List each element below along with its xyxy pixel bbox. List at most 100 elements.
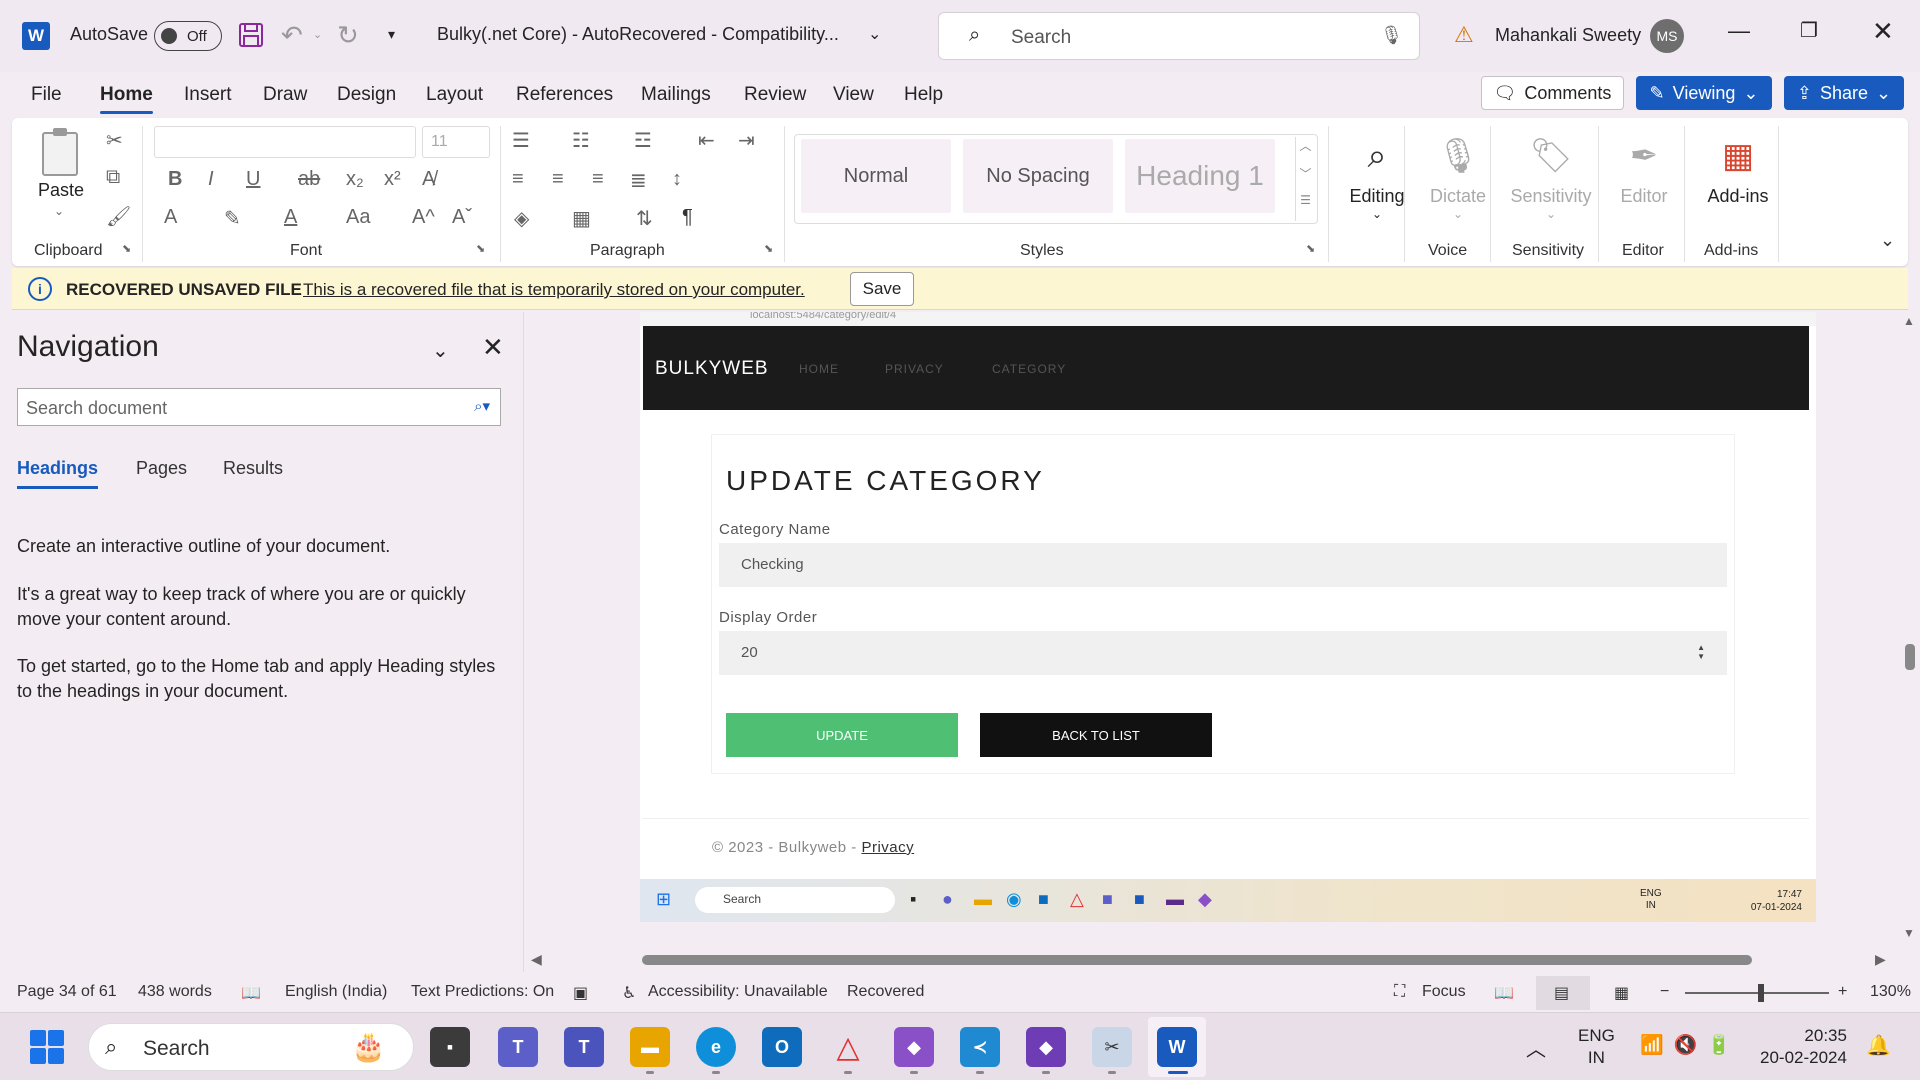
format-painter-icon[interactable]: 🖌 xyxy=(106,204,131,229)
tab-design[interactable]: Design xyxy=(337,84,396,106)
show-formatting-icon[interactable]: ¶ xyxy=(682,206,693,229)
task-view-icon[interactable]: ▪ xyxy=(430,1027,470,1067)
styles-more-icon[interactable]: ☰ xyxy=(1295,193,1315,221)
document-canvas[interactable]: localhost:5484/category/edit/4 BULKYWEB … xyxy=(525,312,1898,948)
vertical-scrollbar[interactable]: ▲ ▼ xyxy=(1898,312,1920,948)
tab-pages[interactable]: Pages xyxy=(136,458,187,479)
align-right-icon[interactable]: ≡ xyxy=(592,168,604,191)
teams-new-icon[interactable]: T xyxy=(498,1027,538,1067)
align-left-icon[interactable]: ≡ xyxy=(512,168,524,191)
zoom-out-icon[interactable]: − xyxy=(1660,983,1669,1001)
tab-layout[interactable]: Layout xyxy=(426,84,483,106)
copy-icon[interactable]: ⧉ xyxy=(106,166,120,189)
style-normal[interactable]: Normal xyxy=(801,139,951,213)
text-predictions[interactable]: Text Predictions: On xyxy=(411,983,554,1001)
dialog-launcher-icon[interactable]: ⬊ xyxy=(122,242,131,255)
shrink-font-icon[interactable]: Aˇ xyxy=(452,206,472,229)
tab-view[interactable]: View xyxy=(833,84,874,106)
superscript-icon[interactable]: x² xyxy=(384,168,401,191)
line-spacing-icon[interactable]: ↕ xyxy=(672,168,682,191)
print-layout-icon[interactable]: ▤ xyxy=(1554,983,1569,1003)
accessibility-status[interactable]: Accessibility: Unavailable xyxy=(648,983,828,1001)
user-name[interactable]: Mahankali Sweety xyxy=(1495,25,1641,46)
font-name-select[interactable] xyxy=(154,126,416,158)
visual-studio-2-icon[interactable]: ◆ xyxy=(1026,1027,1066,1067)
language[interactable]: English (India) xyxy=(285,983,387,1001)
horizontal-scrollbar[interactable]: ◀ ▶ xyxy=(525,948,1898,972)
track-changes-icon[interactable]: ▣ xyxy=(573,983,588,1003)
zoom-in-icon[interactable]: + xyxy=(1838,983,1847,1001)
autosave-toggle[interactable]: Off xyxy=(154,21,222,51)
page-count[interactable]: Page 34 of 61 xyxy=(17,983,117,1001)
notification-bell-icon[interactable]: 🔔 xyxy=(1866,1033,1891,1058)
undo-dropdown-icon[interactable]: ⌄ xyxy=(313,28,322,41)
teams-icon[interactable]: T xyxy=(564,1027,604,1067)
chevron-up-icon[interactable]: ︿ xyxy=(1526,1033,1546,1062)
proofing-icon[interactable]: 📖 xyxy=(241,983,261,1003)
tab-headings[interactable]: Headings xyxy=(17,458,99,489)
tab-help[interactable]: Help xyxy=(904,84,943,106)
sort-icon[interactable]: ⇅ xyxy=(636,206,653,231)
minimize-icon[interactable]: — xyxy=(1728,18,1750,44)
change-case-icon[interactable]: Aa xyxy=(346,206,370,229)
close-icon[interactable]: ✕ xyxy=(482,332,504,363)
warning-icon[interactable]: ⚠ xyxy=(1454,22,1474,48)
edge-icon[interactable]: e xyxy=(696,1027,736,1067)
dialog-launcher-icon[interactable]: ⬊ xyxy=(1306,242,1315,255)
justify-icon[interactable]: ≣ xyxy=(630,168,647,193)
navigation-search-input[interactable]: Search document ⌕▾ xyxy=(17,388,501,426)
bullets-icon[interactable]: ☰ xyxy=(512,128,530,153)
word-icon[interactable]: W xyxy=(1157,1027,1197,1067)
editing-button[interactable]: ⌕ Editing ⌄ xyxy=(1332,126,1422,221)
zoom-slider-thumb[interactable] xyxy=(1758,984,1764,1002)
styles-up-icon[interactable]: ︿ xyxy=(1295,137,1315,165)
viewing-button[interactable]: ✎ Viewing ⌄ xyxy=(1636,76,1772,110)
outlook-icon[interactable]: O xyxy=(762,1027,802,1067)
document-title[interactable]: Bulky(.net Core) - AutoRecovered - Compa… xyxy=(437,24,839,45)
scroll-up-icon[interactable]: ▲ xyxy=(1903,314,1915,328)
paste-icon[interactable] xyxy=(42,128,78,176)
infobar-message[interactable]: This is a recovered file that is tempora… xyxy=(303,280,805,300)
focus-label[interactable]: Focus xyxy=(1422,983,1466,1001)
triangle-app-icon[interactable]: △ xyxy=(828,1027,868,1067)
undo-icon[interactable]: ↶ xyxy=(281,20,303,51)
tab-insert[interactable]: Insert xyxy=(184,84,232,106)
infobar-save-button[interactable]: Save xyxy=(850,272,914,306)
taskbar-search[interactable]: ⌕ Search 🎂 xyxy=(88,1023,414,1071)
tab-home[interactable]: Home xyxy=(100,84,153,114)
file-explorer-icon[interactable]: ▬ xyxy=(630,1027,670,1067)
customize-toolbar-icon[interactable]: ▾ xyxy=(388,26,395,43)
shading-icon[interactable]: ◈ xyxy=(514,206,529,231)
borders-icon[interactable]: ▦ xyxy=(572,206,591,231)
text-effects-icon[interactable]: A xyxy=(164,206,177,229)
system-tray-icons[interactable]: 📶🔇🔋 xyxy=(1640,1033,1741,1057)
scroll-thumb[interactable] xyxy=(1905,644,1915,670)
strikethrough-icon[interactable]: ab xyxy=(298,168,320,191)
grow-font-icon[interactable]: A^ xyxy=(412,206,435,229)
share-button[interactable]: ⇪ Share ⌄ xyxy=(1784,76,1904,110)
visual-studio-icon[interactable]: ◆ xyxy=(894,1027,934,1067)
tab-file[interactable]: File xyxy=(31,84,62,106)
font-color-icon[interactable]: A xyxy=(284,206,297,229)
read-mode-icon[interactable]: 📖 xyxy=(1494,983,1514,1003)
font-size-select[interactable]: 11 xyxy=(422,126,490,158)
restore-icon[interactable]: ❐ xyxy=(1800,18,1818,43)
search-box[interactable]: ⌕ Search 🎙 xyxy=(938,12,1420,60)
cut-icon[interactable]: ✂ xyxy=(106,128,123,153)
increase-indent-icon[interactable]: ⇥ xyxy=(738,128,755,153)
scroll-right-icon[interactable]: ▶ xyxy=(1875,951,1886,968)
dialog-launcher-icon[interactable]: ⬊ xyxy=(476,242,485,255)
numbering-icon[interactable]: ☷ xyxy=(572,128,590,153)
clear-formatting-icon[interactable]: A̸ xyxy=(422,168,435,191)
snipping-tool-icon[interactable]: ✂ xyxy=(1092,1027,1132,1067)
chevron-down-icon[interactable]: ⌄ xyxy=(868,24,881,44)
tab-draw[interactable]: Draw xyxy=(263,84,307,106)
web-layout-icon[interactable]: ▦ xyxy=(1614,983,1629,1003)
tab-mailings[interactable]: Mailings xyxy=(641,84,711,106)
underline-icon[interactable]: U xyxy=(246,168,260,191)
italic-icon[interactable]: I xyxy=(208,168,214,191)
style-heading-1[interactable]: Heading 1 xyxy=(1125,139,1275,213)
word-count[interactable]: 438 words xyxy=(138,983,212,1001)
clock[interactable]: 20:35 20-02-2024 xyxy=(1760,1025,1847,1069)
zoom-slider[interactable] xyxy=(1685,992,1829,994)
